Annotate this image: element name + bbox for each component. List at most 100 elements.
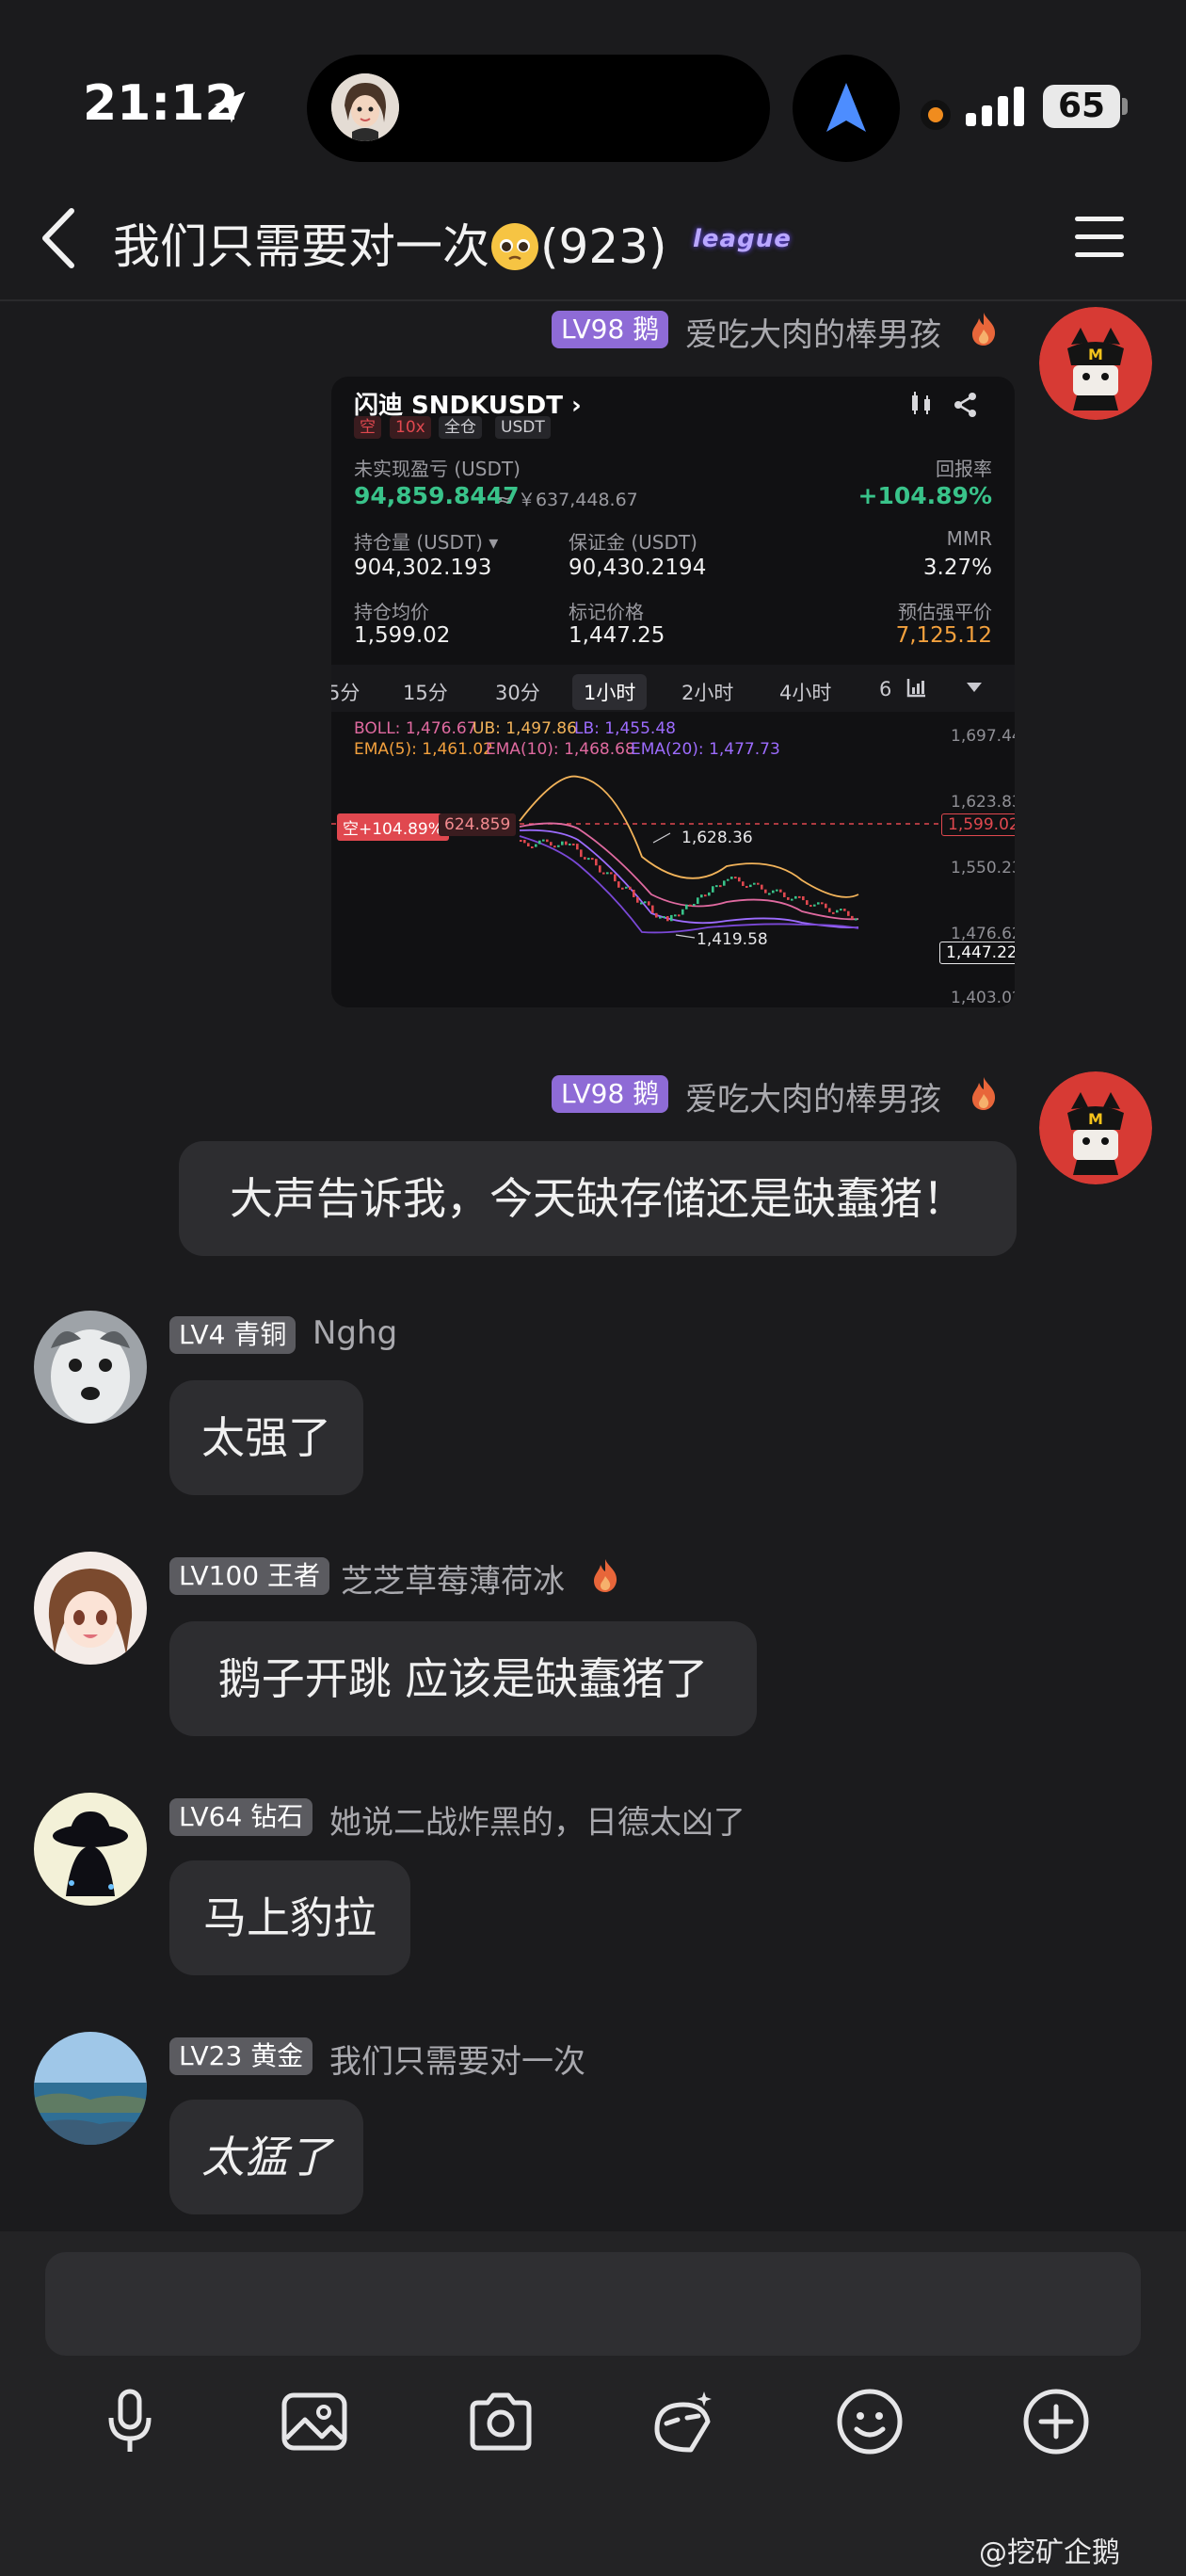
candle [757, 882, 760, 885]
image-icon[interactable] [277, 2384, 352, 2459]
candle [806, 900, 809, 906]
pnl-label: 未实现盈亏 (USDT) [354, 458, 521, 480]
candle [727, 878, 729, 881]
candle [625, 886, 628, 889]
candle [791, 898, 793, 901]
shared-image-trade-card[interactable]: 闪迪 SNDKUSDT › 空 10x 全仓 USDT 未实现盈亏 (USDT)… [331, 377, 1015, 1007]
candle [565, 841, 568, 845]
chart-type-icon [906, 679, 925, 698]
entry-value: 1,599.02 [354, 623, 451, 648]
candle [689, 904, 692, 907]
level-badge: LV4 青铜 [169, 1316, 296, 1354]
sender-name[interactable]: Nghg [313, 1314, 397, 1352]
message-bubble[interactable]: 太强了 [169, 1380, 363, 1495]
candle [591, 858, 594, 861]
candle [730, 877, 733, 879]
level-badge: LV23 黄金 [169, 2037, 313, 2075]
candle [602, 872, 605, 875]
candle [855, 918, 857, 921]
candle [776, 889, 778, 892]
candle [809, 905, 812, 908]
tf-5m: 5分 [331, 682, 361, 704]
pnl-cny: ≈ ￥637,448.67 [497, 490, 638, 510]
direction-tag: 空 [354, 416, 381, 439]
chat-title[interactable]: 我们只需要对一次 (923) [113, 209, 666, 277]
candle [761, 884, 763, 890]
microphone-icon[interactable] [92, 2384, 168, 2459]
candle [787, 896, 790, 900]
mmr-value: 3.27% [922, 555, 992, 580]
tf-30m: 30分 [495, 682, 540, 704]
sender-name[interactable]: 爱吃大肉的棒男孩 [685, 309, 941, 355]
candle [644, 901, 647, 904]
candle [836, 910, 839, 913]
candle [817, 902, 820, 905]
candle [847, 910, 850, 916]
sender-avatar[interactable]: M [1039, 307, 1152, 420]
message-bubble[interactable]: 马上豹拉 [169, 1860, 410, 1975]
candle [738, 877, 741, 882]
liq-value: 7,125.12 [895, 623, 992, 648]
candle [640, 902, 643, 905]
candle [561, 841, 564, 845]
message-input[interactable] [45, 2252, 1141, 2356]
candle [779, 889, 782, 893]
sender-name[interactable]: 爱吃大肉的棒男孩 [685, 1073, 941, 1119]
watermark: @挖矿企鹅 [979, 2536, 1120, 2569]
tf-2h: 2小时 [681, 682, 734, 704]
message-bubble[interactable]: 大声告诉我，今天缺存储还是缺蠢猪！ [179, 1141, 1017, 1256]
candle [742, 881, 745, 886]
tf-15m: 15分 [403, 682, 448, 704]
candle [572, 843, 575, 845]
candle [749, 884, 752, 888]
candle [828, 908, 831, 912]
pnl-value: 94,859.8447 [354, 482, 520, 509]
battery-indicator: 65 [1043, 85, 1120, 128]
candle [768, 893, 771, 895]
candle [783, 892, 786, 897]
message-bubble[interactable]: 太猛了 [169, 2100, 363, 2214]
candle [681, 909, 684, 915]
candle [813, 904, 816, 907]
emoji-icon[interactable] [832, 2384, 907, 2459]
sender-avatar[interactable] [34, 1552, 147, 1665]
kline-chart [331, 775, 1015, 939]
sender-avatar[interactable]: M [1039, 1071, 1152, 1184]
sender-name[interactable]: 我们只需要对一次 [329, 2036, 585, 2082]
candle [764, 889, 767, 894]
candle [659, 916, 662, 919]
sender-name[interactable]: 她说二战炸黑的，日德太凶了 [329, 1796, 745, 1843]
margin-value: 90,430.2194 [569, 555, 707, 580]
candle [606, 872, 609, 875]
sender-avatar[interactable] [34, 1311, 147, 1424]
candle [719, 885, 722, 888]
candle [648, 901, 650, 906]
candle [723, 880, 726, 886]
candle [697, 897, 699, 905]
candle [851, 915, 854, 920]
navigation-activity[interactable] [793, 55, 900, 162]
message-bubble[interactable]: 鹅子开跳 应该是缺蠢猪了 [169, 1621, 757, 1736]
candle [633, 889, 635, 897]
roi-value: +104.89% [857, 482, 992, 509]
flame-icon [594, 1559, 617, 1592]
back-arrow-icon[interactable] [38, 205, 79, 271]
sender-avatar[interactable] [34, 1793, 147, 1906]
sticker-icon[interactable] [646, 2384, 721, 2459]
tf-1h-active: 1小时 [572, 674, 648, 710]
leverage-tag: 10x [390, 416, 431, 439]
sender-avatar[interactable] [34, 2032, 147, 2145]
candle [663, 916, 665, 919]
mark-value: 1,447.25 [569, 623, 665, 648]
candle [538, 840, 541, 845]
camera-icon[interactable] [463, 2384, 538, 2459]
candle [843, 909, 846, 911]
sender-name[interactable]: 芝芝草莓薄荷冰 [341, 1555, 565, 1602]
menu-icon[interactable] [1073, 213, 1126, 260]
plus-icon[interactable] [1018, 2384, 1094, 2459]
candle [745, 885, 748, 888]
liq-label: 预估强平价 [898, 601, 992, 623]
tf-4h: 4小时 [779, 682, 832, 704]
candle [678, 914, 681, 917]
chat-title-text: 我们只需要对一次 [113, 219, 489, 274]
